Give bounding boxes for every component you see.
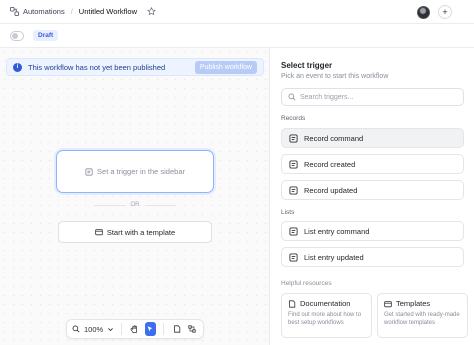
search-triggers-input[interactable]: Search triggers... — [281, 88, 464, 106]
list-icon — [289, 252, 298, 262]
document-icon — [288, 299, 296, 308]
template-icon — [384, 300, 392, 308]
automations-icon — [10, 7, 19, 16]
trigger-icon — [85, 167, 93, 176]
search-icon — [288, 93, 296, 101]
chevron-down-icon[interactable] — [107, 326, 114, 333]
trigger-item-list-entry-command[interactable]: List entry command — [281, 221, 464, 241]
zoom-level[interactable]: 100% — [84, 325, 103, 334]
documentation-card[interactable]: Documentation Find out more about how to… — [281, 293, 372, 338]
trigger-item-label: List entry updated — [304, 252, 364, 262]
sidebar-title: Select trigger — [281, 61, 333, 70]
or-divider: OR — [94, 202, 176, 208]
auto-layout-icon[interactable] — [186, 322, 198, 336]
breadcrumb: Automations / Untitled Workflow — [10, 7, 156, 16]
trigger-item-record-created[interactable]: Record created — [281, 154, 464, 174]
workflow-canvas[interactable]: i This workflow has not yet been publish… — [0, 48, 270, 345]
templates-card[interactable]: Templates Get started with ready-made wo… — [377, 293, 468, 338]
notice-text: This workflow has not yet been published — [28, 62, 166, 72]
template-button-label: Start with a template — [106, 227, 176, 237]
record-icon — [289, 159, 298, 169]
activate-toggle[interactable] — [10, 30, 24, 41]
documentation-description: Find out more about how to best setup wo… — [288, 312, 362, 326]
templates-description: Get started with ready-made workflow tem… — [384, 312, 460, 326]
top-bar: Automations / Untitled Workflow + — [0, 0, 474, 24]
or-label: OR — [130, 202, 140, 208]
trigger-placeholder-node[interactable]: Set a trigger in the sidebar — [56, 150, 214, 193]
canvas-toolbar: 100% — [66, 319, 204, 339]
info-icon: i — [13, 62, 22, 72]
trigger-item-record-command[interactable]: Record command — [281, 128, 464, 148]
start-with-template-button[interactable]: Start with a template — [58, 221, 212, 243]
zoom-icon — [72, 325, 80, 333]
record-icon — [289, 133, 298, 143]
trigger-item-list-entry-updated[interactable]: List entry updated — [281, 247, 464, 267]
trigger-item-label: List entry command — [304, 226, 370, 236]
breadcrumb-automations-link[interactable]: Automations — [23, 7, 65, 16]
trigger-sidebar: Select trigger Pick an event to start th… — [271, 48, 474, 345]
list-icon — [289, 226, 298, 236]
trigger-item-label: Record command — [304, 133, 364, 143]
template-icon — [95, 228, 103, 236]
trigger-item-label: Record updated — [304, 185, 358, 195]
record-icon — [289, 185, 298, 195]
documentation-title: Documentation — [300, 299, 351, 308]
unpublished-notice: i This workflow has not yet been publish… — [6, 58, 264, 76]
trigger-placeholder-text: Set a trigger in the sidebar — [97, 167, 185, 176]
publish-workflow-button[interactable]: Publish workflow — [194, 61, 257, 74]
workflow-title[interactable]: Untitled Workflow — [79, 7, 137, 16]
sidebar-subtitle: Pick an event to start this workflow — [281, 73, 389, 80]
group-label-lists: Lists — [281, 209, 295, 216]
search-placeholder: Search triggers... — [300, 93, 354, 101]
status-bar: Draft — [0, 24, 474, 48]
templates-title: Templates — [396, 299, 431, 308]
pointer-tool-icon[interactable] — [144, 322, 157, 336]
group-label-records: Records — [281, 115, 306, 122]
star-icon[interactable] — [147, 7, 156, 16]
avatar[interactable] — [417, 5, 430, 19]
hand-tool-icon[interactable] — [129, 322, 141, 336]
note-icon[interactable] — [171, 322, 183, 336]
trigger-item-record-updated[interactable]: Record updated — [281, 180, 464, 200]
add-icon[interactable]: + — [438, 5, 452, 19]
status-badge: Draft — [33, 30, 59, 41]
trigger-item-label: Record created — [304, 159, 356, 169]
helpful-resources-label: Helpful resources — [281, 280, 332, 287]
breadcrumb-separator: / — [70, 7, 73, 16]
